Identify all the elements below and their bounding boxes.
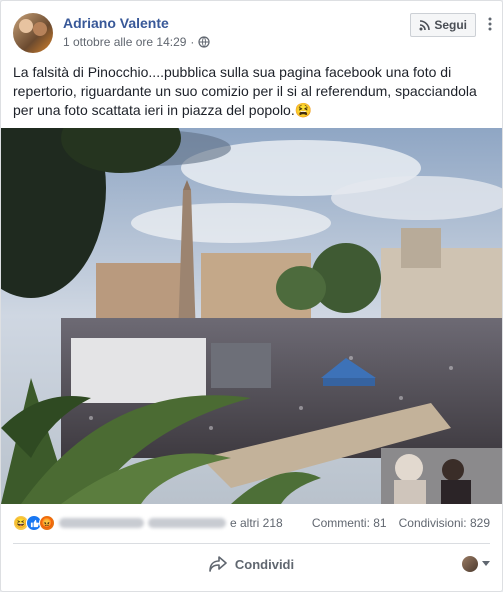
post-actions: Condividi: [13, 544, 490, 584]
comments-count[interactable]: Commenti: 81: [312, 516, 387, 530]
rss-icon: [419, 19, 431, 30]
avatar[interactable]: [13, 13, 53, 53]
globe-icon: [198, 36, 211, 48]
others-count[interactable]: e altri 218: [230, 516, 283, 530]
shares-count[interactable]: Condivisioni: 829: [399, 516, 490, 530]
tired-face-emoji: 😫: [294, 102, 313, 118]
blurred-names[interactable]: [59, 518, 144, 528]
post-meta: 1 ottobre alle ore 14:29 ·: [63, 35, 211, 49]
follow-button[interactable]: Segui: [410, 13, 476, 37]
follow-label: Segui: [434, 18, 467, 32]
share-button[interactable]: Condividi: [209, 556, 294, 572]
user-avatar: [462, 556, 478, 572]
post-header: Adriano Valente 1 ottobre alle ore 14:29…: [13, 13, 492, 55]
more-options-icon[interactable]: [484, 17, 496, 31]
chevron-down-icon: [482, 561, 490, 566]
post-photo[interactable]: [1, 128, 502, 504]
share-arrow-icon: [209, 556, 227, 572]
blurred-names[interactable]: [148, 518, 226, 528]
post-as-selector[interactable]: [462, 556, 490, 572]
share-label: Condividi: [234, 556, 295, 572]
post-card: Adriano Valente 1 ottobre alle ore 14:29…: [0, 0, 503, 592]
engagement-counts: Commenti: 81 Condivisioni: 829: [312, 516, 490, 530]
post-text: La falsità di Pinocchio....pubblica sull…: [13, 63, 490, 120]
post-timestamp[interactable]: 1 ottobre alle ore 14:29: [63, 35, 186, 49]
post-body: La falsità di Pinocchio....pubblica sull…: [13, 64, 477, 118]
author-name[interactable]: Adriano Valente: [63, 15, 169, 31]
angry-emoji[interactable]: 😡: [39, 515, 55, 531]
reactions-bar: 😆 😡 e altri 218 Commenti: 81 Condivision…: [13, 513, 490, 533]
